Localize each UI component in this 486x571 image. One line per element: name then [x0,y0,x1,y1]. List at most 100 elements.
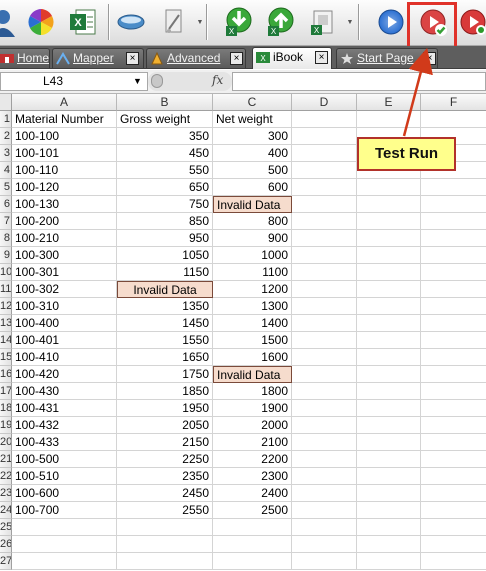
data-cell[interactable]: 1300 [213,298,292,315]
data-cell[interactable]: 2450 [117,485,213,502]
empty-cell[interactable] [357,349,421,366]
row-header[interactable]: 17 [0,383,12,400]
empty-cell[interactable] [292,247,357,264]
empty-cell[interactable] [421,485,486,502]
data-cell[interactable]: 1950 [117,400,213,417]
empty-cell[interactable] [357,247,421,264]
empty-cell[interactable] [421,230,486,247]
data-cell[interactable]: 1900 [213,400,292,417]
row-header[interactable]: 12 [0,298,12,315]
row-header[interactable]: 25 [0,519,12,536]
data-cell[interactable]: 1100 [213,264,292,281]
empty-cell[interactable] [292,179,357,196]
tab-ibook[interactable]: X iBook × [252,47,332,69]
row-header[interactable]: 27 [0,553,12,570]
data-cell[interactable]: 650 [117,179,213,196]
header-cell[interactable]: Net weight [213,111,292,128]
data-cell[interactable]: 1850 [117,383,213,400]
empty-cell[interactable] [292,417,357,434]
column-header[interactable]: A [12,94,117,111]
data-cell[interactable]: 100-130 [12,196,117,213]
data-cell[interactable]: 2500 [213,502,292,519]
empty-cell[interactable] [292,196,357,213]
data-cell[interactable]: 100-300 [12,247,117,264]
data-cell[interactable]: 100-500 [12,451,117,468]
row-header[interactable]: 2 [0,128,12,145]
empty-cell[interactable] [292,536,357,553]
empty-cell[interactable] [292,519,357,536]
invalid-data-cell[interactable]: Invalid Data [213,366,292,383]
row-header[interactable]: 7 [0,213,12,230]
data-cell[interactable]: 500 [213,162,292,179]
empty-cell[interactable] [117,553,213,570]
row-header[interactable]: 20 [0,434,12,451]
data-cell[interactable]: 1400 [213,315,292,332]
empty-cell[interactable] [213,553,292,570]
column-header[interactable]: D [292,94,357,111]
data-cell[interactable]: 850 [117,213,213,230]
empty-cell[interactable] [357,230,421,247]
empty-cell[interactable] [292,434,357,451]
close-icon[interactable]: × [126,52,139,65]
empty-cell[interactable] [292,468,357,485]
data-cell[interactable]: 1450 [117,315,213,332]
empty-cell[interactable] [421,349,486,366]
data-cell[interactable]: 2350 [117,468,213,485]
row-header[interactable]: 19 [0,417,12,434]
row-header[interactable]: 14 [0,332,12,349]
column-header[interactable]: B [117,94,213,111]
empty-cell[interactable] [292,485,357,502]
empty-cell[interactable] [292,349,357,366]
row-header[interactable]: 1 [0,111,12,128]
function-icon[interactable]: fx [212,73,223,87]
data-cell[interactable]: 550 [117,162,213,179]
data-cell[interactable]: 100-200 [12,213,117,230]
empty-cell[interactable] [357,196,421,213]
empty-cell[interactable] [421,434,486,451]
row-header[interactable]: 22 [0,468,12,485]
data-cell[interactable]: 100-110 [12,162,117,179]
data-cell[interactable]: 2050 [117,417,213,434]
formula-knob[interactable] [151,74,163,88]
data-cell[interactable]: 300 [213,128,292,145]
tab-mapper[interactable]: Mapper × [52,48,144,68]
data-cell[interactable]: 2000 [213,417,292,434]
empty-cell[interactable] [357,451,421,468]
data-cell[interactable]: 1750 [117,366,213,383]
empty-cell[interactable] [357,281,421,298]
data-cell[interactable]: 1050 [117,247,213,264]
row-header[interactable]: 3 [0,145,12,162]
data-cell[interactable]: 100-420 [12,366,117,383]
empty-cell[interactable] [292,145,357,162]
empty-cell[interactable] [421,366,486,383]
data-cell[interactable]: 100-401 [12,332,117,349]
data-cell[interactable]: 2100 [213,434,292,451]
data-cell[interactable]: 100-430 [12,383,117,400]
empty-cell[interactable] [357,383,421,400]
database-icon[interactable] [114,5,148,39]
empty-cell[interactable] [357,417,421,434]
empty-cell[interactable] [357,213,421,230]
data-cell[interactable]: 2400 [213,485,292,502]
close-icon[interactable]: × [315,51,328,64]
header-cell[interactable]: Material Number [12,111,117,128]
empty-cell[interactable] [421,332,486,349]
empty-cell[interactable] [292,400,357,417]
row-header[interactable]: 6 [0,196,12,213]
data-cell[interactable]: 350 [117,128,213,145]
header-cell[interactable]: Gross weight [117,111,213,128]
data-cell[interactable]: 450 [117,145,213,162]
formula-input[interactable] [232,72,486,91]
empty-cell[interactable] [117,519,213,536]
run-red-icon[interactable] [456,5,486,39]
empty-cell[interactable] [421,383,486,400]
empty-cell[interactable] [292,230,357,247]
data-cell[interactable]: 100-101 [12,145,117,162]
empty-cell[interactable] [421,519,486,536]
data-cell[interactable]: 1550 [117,332,213,349]
empty-cell[interactable] [421,400,486,417]
document-icon[interactable] [156,5,190,39]
row-header[interactable]: 13 [0,315,12,332]
data-cell[interactable]: 100-431 [12,400,117,417]
tab-home[interactable]: Home [0,48,50,68]
